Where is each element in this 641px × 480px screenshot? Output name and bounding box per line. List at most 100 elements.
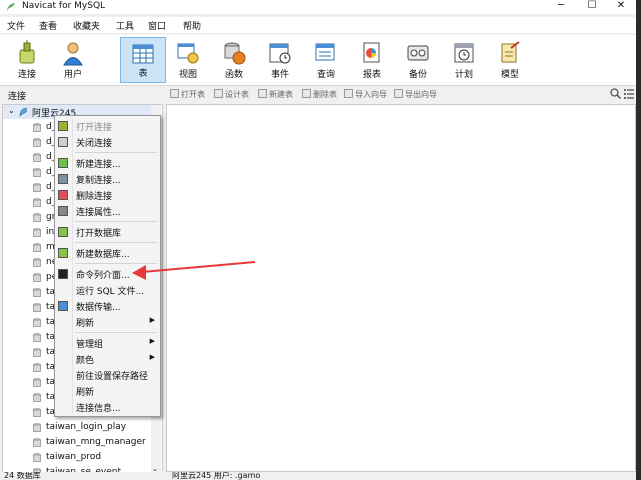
context-menu-item-label: 颜色 bbox=[76, 356, 95, 366]
status-db-count: 24 数据库 bbox=[4, 472, 41, 480]
menu-view[interactable]: 查看 bbox=[39, 19, 57, 32]
context-menu-item-label: 刷新 bbox=[76, 319, 95, 329]
context-menu-item[interactable]: 关闭连接 bbox=[55, 134, 160, 150]
delete-table-button[interactable]: 删除表 bbox=[302, 89, 337, 100]
open-table-icon bbox=[170, 89, 179, 98]
toolbar-connect-label: 连接 bbox=[17, 70, 36, 80]
expand-chevron-icon[interactable]: ⌄ bbox=[8, 106, 15, 115]
list-view-icon[interactable] bbox=[624, 88, 634, 99]
context-menu-separator bbox=[75, 242, 157, 243]
context-menu-item[interactable]: 连接属性... bbox=[55, 203, 160, 219]
database-icon bbox=[33, 423, 41, 432]
context-menu-item-label: 打开数据库 bbox=[76, 229, 122, 239]
database-icon bbox=[33, 453, 41, 462]
toolbar-report-button[interactable]: 报表 bbox=[352, 37, 392, 83]
context-menu-item[interactable]: 新建数据库... bbox=[55, 245, 160, 261]
database-icon bbox=[33, 318, 41, 327]
import-wizard-button[interactable]: 导入向导 bbox=[344, 89, 387, 100]
mysql-connection-icon bbox=[19, 107, 27, 117]
database-icon bbox=[33, 393, 41, 402]
database-icon bbox=[33, 243, 41, 252]
toolbar-backup-button[interactable]: 备份 bbox=[398, 37, 438, 83]
database-icon bbox=[33, 378, 41, 387]
context-menu-item-label: 管理组 bbox=[76, 340, 104, 350]
context-menu-item-icon bbox=[58, 206, 68, 216]
toolbar-model-button[interactable]: 模型 bbox=[490, 37, 530, 83]
close-button[interactable]: ✕ bbox=[606, 0, 636, 14]
query-icon bbox=[315, 43, 335, 61]
tree-database-label: taiwan_prod bbox=[46, 452, 102, 462]
navicat-app-icon bbox=[7, 3, 15, 11]
toolbar-function-label: 函数 bbox=[224, 70, 243, 80]
toolbar-schedule-label: 计划 bbox=[454, 70, 473, 80]
context-menu-item[interactable]: 删除连接 bbox=[55, 187, 160, 203]
connect-icon bbox=[19, 40, 35, 64]
event-icon bbox=[269, 43, 291, 64]
connections-header-label: 连接 bbox=[8, 92, 27, 102]
report-icon bbox=[363, 42, 380, 63]
toolbar-connect-button[interactable]: 连接 bbox=[7, 37, 47, 83]
toolbar-view-button[interactable]: 视图 bbox=[168, 37, 208, 83]
database-icon bbox=[33, 348, 41, 357]
context-menu-item[interactable]: 运行 SQL 文件... bbox=[55, 282, 160, 298]
context-menu-item-icon bbox=[58, 137, 68, 147]
context-menu-item[interactable]: 刷新 ▶ bbox=[55, 314, 160, 330]
database-icon bbox=[33, 213, 41, 222]
context-menu-item-label: 命令列介面... bbox=[76, 271, 130, 281]
model-icon bbox=[501, 41, 520, 63]
minimize-button[interactable]: ─ bbox=[546, 0, 576, 14]
context-menu-item-icon bbox=[58, 269, 68, 279]
menu-file[interactable]: 文件 bbox=[7, 19, 25, 32]
toolbar-table-button[interactable]: 表 bbox=[120, 37, 166, 83]
context-menu-item[interactable]: 连接信息... bbox=[55, 399, 160, 415]
export-wizard-button[interactable]: 导出向导 bbox=[394, 89, 437, 100]
view-icon bbox=[177, 43, 199, 64]
context-menu-item[interactable]: 复制连接... bbox=[55, 171, 160, 187]
status-connection-info: 阿里云245 用户: .gamo bbox=[172, 472, 261, 480]
menu-favorites[interactable]: 收藏夹 bbox=[73, 19, 100, 32]
menu-tools[interactable]: 工具 bbox=[116, 19, 134, 32]
context-menu-item[interactable]: 颜色 ▶ bbox=[55, 351, 160, 367]
menu-help[interactable]: 帮助 bbox=[183, 19, 201, 32]
design-table-button[interactable]: 设计表 bbox=[214, 89, 249, 100]
context-menu-item[interactable]: 命令列介面... bbox=[55, 266, 160, 282]
menu-window[interactable]: 窗口 bbox=[148, 19, 166, 32]
desktop-edge bbox=[636, 0, 641, 480]
toolbar-schedule-button[interactable]: 计划 bbox=[444, 37, 484, 83]
toolbar-user-button[interactable]: 用户 bbox=[53, 37, 93, 83]
toolbar-user-label: 用户 bbox=[63, 70, 82, 80]
new-table-label: 新建表 bbox=[269, 90, 293, 99]
toolbar-report-label: 报表 bbox=[362, 70, 381, 80]
context-menu-item[interactable]: 前往设置保存路径 bbox=[55, 367, 160, 383]
toolbar-event-label: 事件 bbox=[270, 70, 289, 80]
new-table-button[interactable]: 新建表 bbox=[258, 89, 293, 100]
toolbar-event-button[interactable]: 事件 bbox=[260, 37, 300, 83]
context-menu-item[interactable]: 打开数据库 bbox=[55, 224, 160, 240]
toolbar-query-button[interactable]: 查询 bbox=[306, 37, 346, 83]
menu-bar: 文件 查看 收藏夹 工具 窗口 帮助 bbox=[0, 17, 636, 33]
context-menu-separator bbox=[75, 263, 157, 264]
toolbar-table-label: 表 bbox=[138, 69, 148, 79]
context-menu-item-icon bbox=[58, 248, 68, 258]
navicat-window: Navicat for MySQL ─ ☐ ✕ 文件 查看 收藏夹 工具 窗口 … bbox=[0, 0, 636, 480]
search-icon[interactable] bbox=[610, 88, 621, 99]
title-bar: Navicat for MySQL ─ ☐ ✕ bbox=[0, 0, 636, 14]
toolbar-backup-label: 备份 bbox=[408, 70, 427, 80]
context-menu-item-label: 复制连接... bbox=[76, 176, 121, 186]
database-icon bbox=[33, 228, 41, 237]
database-icon bbox=[33, 258, 41, 267]
database-icon bbox=[33, 408, 41, 417]
context-menu-item-label: 新建数据库... bbox=[76, 250, 130, 260]
maximize-button[interactable]: ☐ bbox=[577, 0, 607, 14]
context-menu-item-icon bbox=[58, 121, 68, 131]
open-table-button[interactable]: 打开表 bbox=[170, 89, 205, 100]
table-icon bbox=[132, 44, 154, 64]
context-menu-item[interactable]: 新建连接... bbox=[55, 155, 160, 171]
submenu-arrow-icon: ▶ bbox=[149, 353, 155, 361]
context-menu-item[interactable]: 管理组 ▶ bbox=[55, 335, 160, 351]
toolbar-function-button[interactable]: 函数 bbox=[214, 37, 254, 83]
context-menu-item-label: 删除连接 bbox=[76, 192, 113, 202]
context-menu-item[interactable]: 数据传输... bbox=[55, 298, 160, 314]
context-menu-item[interactable]: 刷新 bbox=[55, 383, 160, 399]
object-list-area[interactable] bbox=[166, 104, 636, 472]
